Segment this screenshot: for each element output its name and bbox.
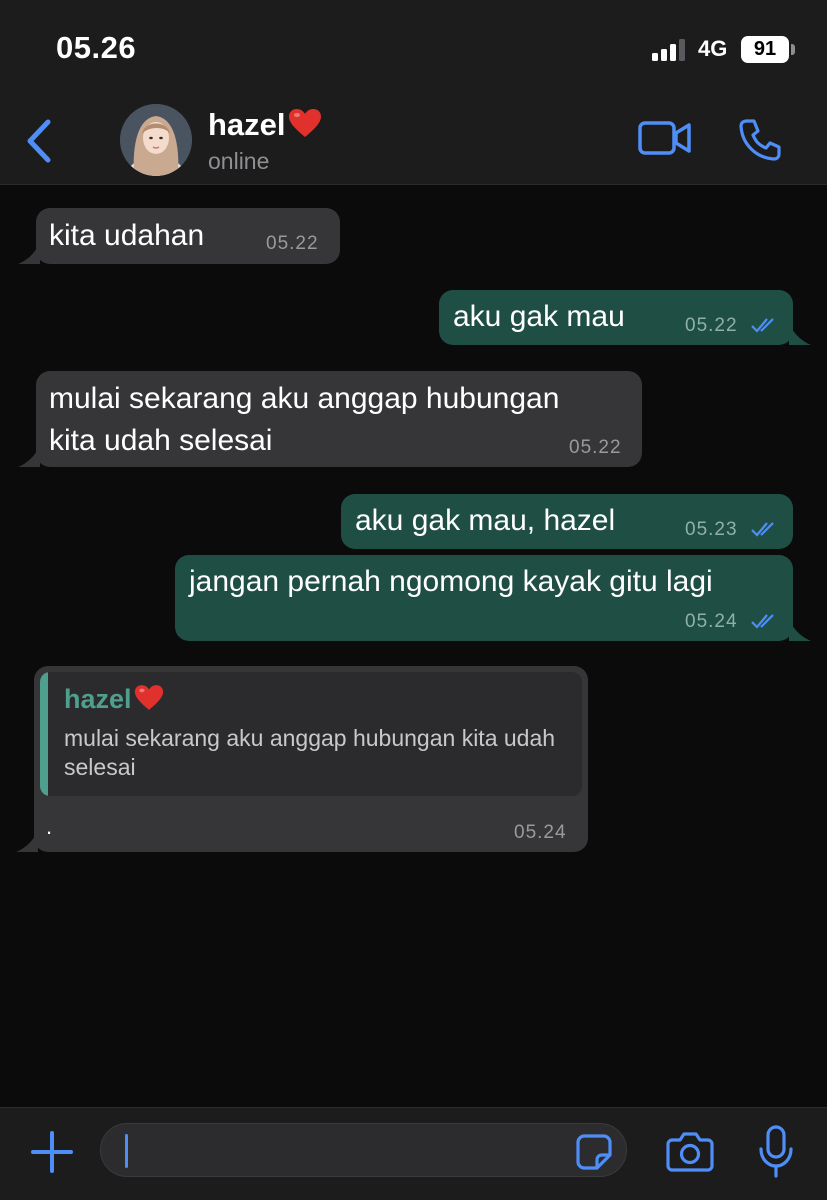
battery-icon: 91 [741, 36, 795, 63]
avatar[interactable] [120, 104, 192, 176]
contact-status: online [208, 148, 270, 174]
message-outgoing[interactable]: aku gak mau 05.22 [439, 290, 811, 345]
message-time: 05.24 [685, 611, 738, 632]
network-type: 4G [698, 36, 728, 61]
quoted-message[interactable]: hazel mulai sekarang aku anggap hubungan… [40, 672, 582, 796]
read-receipt-icon [751, 522, 774, 537]
signal-strength-icon [652, 39, 685, 61]
message-time: 05.23 [685, 519, 738, 540]
quote-author: hazel [64, 684, 164, 715]
text-cursor [125, 1134, 128, 1168]
message-text-line: kita udah selesai [49, 424, 273, 457]
message-incoming[interactable]: kita udahan 05.22 [18, 208, 340, 264]
message-text: . [46, 814, 53, 839]
read-receipt-icon [751, 318, 774, 333]
read-receipt-icon [751, 614, 774, 629]
contact-name-text: hazel [208, 107, 286, 142]
status-time: 05.26 [56, 30, 137, 65]
message-outgoing[interactable]: aku gak mau, hazel 05.23 [341, 494, 793, 549]
message-incoming[interactable]: mulai sekarang aku anggap hubungan kita … [18, 371, 642, 467]
microphone-icon[interactable] [758, 1124, 794, 1180]
quote-author-text: hazel [64, 684, 132, 714]
back-icon[interactable] [24, 118, 54, 164]
heart-icon [134, 685, 163, 710]
message-outgoing[interactable]: jangan pernah ngomong kayak gitu lagi 05… [175, 555, 811, 641]
chat-header: hazel online [0, 96, 827, 185]
voice-call-icon[interactable] [738, 118, 782, 162]
message-time: 05.24 [514, 822, 567, 843]
sticker-icon[interactable] [575, 1133, 613, 1171]
battery-level: 91 [741, 36, 789, 63]
video-call-icon[interactable] [638, 120, 692, 156]
message-time: 05.22 [266, 233, 319, 254]
camera-icon[interactable] [666, 1130, 714, 1172]
message-text: aku gak mau, hazel [355, 504, 616, 537]
message-input[interactable] [100, 1123, 627, 1177]
contact-name[interactable]: hazel [208, 107, 322, 143]
message-text-line: mulai sekarang aku anggap hubungan [49, 382, 560, 415]
message-time: 05.22 [685, 315, 738, 336]
quote-accent-bar [40, 672, 48, 796]
quote-text: mulai sekarang aku anggap hubungan kita … [64, 725, 556, 780]
input-bar [0, 1107, 827, 1200]
message-text: aku gak mau [453, 300, 625, 333]
plus-icon[interactable] [30, 1130, 74, 1174]
message-incoming-reply[interactable]: hazel mulai sekarang aku anggap hubungan… [16, 666, 588, 852]
message-time: 05.22 [569, 437, 622, 458]
home-indicator-area [0, 1192, 827, 1200]
heart-icon [288, 109, 321, 137]
message-text: jangan pernah ngomong kayak gitu lagi [189, 565, 713, 598]
status-bar: 05.26 4G 91 [0, 0, 827, 96]
message-text: kita udahan [49, 219, 205, 252]
